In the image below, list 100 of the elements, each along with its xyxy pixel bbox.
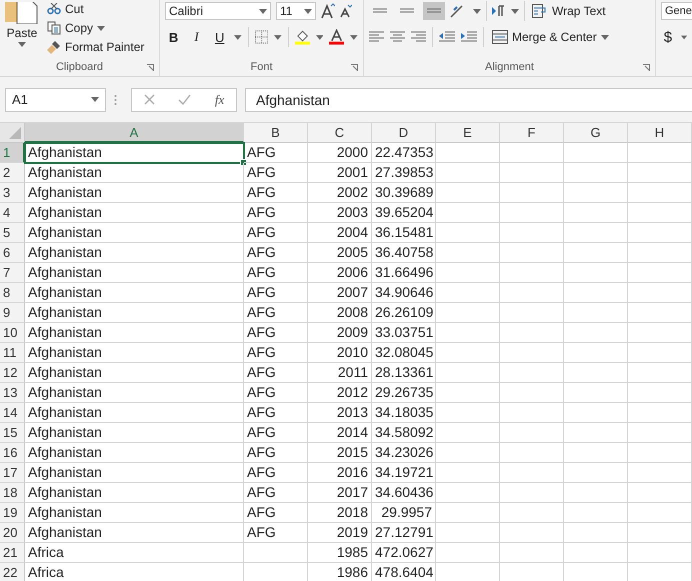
row-header[interactable]: 5 [0, 223, 25, 243]
table-cell[interactable]: Afghanistan [25, 263, 244, 283]
row-header[interactable]: 8 [0, 283, 25, 303]
table-cell[interactable] [564, 363, 628, 383]
table-cell[interactable]: Afghanistan [25, 463, 244, 483]
font-color-icon[interactable] [329, 29, 344, 45]
table-cell[interactable]: 1985 [308, 543, 372, 563]
table-cell[interactable] [628, 303, 692, 323]
formula-input[interactable]: Afghanistan [245, 88, 692, 112]
table-cell[interactable] [564, 223, 628, 243]
table-cell[interactable]: 34.23026 [372, 443, 436, 463]
table-cell[interactable] [628, 203, 692, 223]
table-cell[interactable]: AFG [244, 443, 308, 463]
table-cell[interactable] [628, 543, 692, 563]
table-cell[interactable] [436, 263, 500, 283]
row-header[interactable]: 9 [0, 303, 25, 323]
table-cell[interactable] [564, 243, 628, 263]
table-cell[interactable]: 2007 [308, 283, 372, 303]
table-cell[interactable] [500, 523, 564, 543]
row-header[interactable]: 18 [0, 483, 25, 503]
table-cell[interactable]: 2018 [308, 503, 372, 523]
table-cell[interactable]: Afghanistan [25, 203, 244, 223]
table-cell[interactable] [564, 303, 628, 323]
dialog-launcher-icon[interactable] [147, 64, 154, 71]
table-cell[interactable] [436, 183, 500, 203]
paragraph-icon[interactable] [492, 5, 506, 17]
paste-button[interactable]: Paste [5, 0, 39, 58]
table-cell[interactable]: 34.19721 [372, 463, 436, 483]
table-cell[interactable] [500, 463, 564, 483]
table-cell[interactable] [244, 543, 308, 563]
align-right-icon[interactable] [411, 31, 426, 43]
table-cell[interactable] [564, 443, 628, 463]
table-cell[interactable] [436, 543, 500, 563]
select-all-button[interactable] [0, 123, 25, 143]
table-cell[interactable] [436, 343, 500, 363]
table-cell[interactable]: 2016 [308, 463, 372, 483]
table-cell[interactable]: 2017 [308, 483, 372, 503]
table-cell[interactable] [564, 203, 628, 223]
table-cell[interactable]: AFG [244, 163, 308, 183]
table-cell[interactable]: 2004 [308, 223, 372, 243]
table-cell[interactable]: 34.90646 [372, 283, 436, 303]
drag-handle-icon[interactable] [114, 94, 117, 106]
table-cell[interactable]: AFG [244, 263, 308, 283]
table-cell[interactable] [436, 503, 500, 523]
copy-button[interactable]: Copy [45, 19, 146, 37]
column-header[interactable]: A [25, 123, 244, 143]
table-cell[interactable]: Afghanistan [25, 223, 244, 243]
italic-button[interactable]: I [188, 27, 206, 47]
table-cell[interactable]: 27.39853 [372, 163, 436, 183]
table-cell[interactable]: 2012 [308, 383, 372, 403]
column-header[interactable]: F [500, 123, 564, 143]
table-cell[interactable] [564, 463, 628, 483]
table-cell[interactable] [628, 163, 692, 183]
table-cell[interactable]: 29.26735 [372, 383, 436, 403]
table-cell[interactable]: AFG [244, 463, 308, 483]
table-cell[interactable] [500, 483, 564, 503]
table-cell[interactable]: 2008 [308, 303, 372, 323]
table-cell[interactable]: 2006 [308, 263, 372, 283]
table-cell[interactable]: Afghanistan [25, 483, 244, 503]
checkmark-icon[interactable] [178, 94, 192, 105]
table-cell[interactable] [500, 263, 564, 283]
table-cell[interactable] [628, 403, 692, 423]
table-cell[interactable] [564, 343, 628, 363]
table-cell[interactable]: 478.6404 [372, 563, 436, 581]
column-header[interactable]: D [372, 123, 436, 143]
row-header[interactable]: 22 [0, 563, 25, 581]
table-cell[interactable] [628, 463, 692, 483]
table-cell[interactable] [500, 323, 564, 343]
table-cell[interactable] [628, 183, 692, 203]
table-cell[interactable]: 30.39689 [372, 183, 436, 203]
table-cell[interactable] [436, 423, 500, 443]
table-cell[interactable]: Afghanistan [25, 283, 244, 303]
table-cell[interactable]: 29.9957 [372, 503, 436, 523]
table-cell[interactable]: AFG [244, 143, 308, 163]
table-cell[interactable]: 2005 [308, 243, 372, 263]
font-name-field[interactable]: Calibri [165, 2, 271, 20]
table-cell[interactable]: 34.60436 [372, 483, 436, 503]
align-left-icon[interactable] [369, 31, 384, 43]
table-cell[interactable]: AFG [244, 503, 308, 523]
table-cell[interactable] [436, 143, 500, 163]
table-cell[interactable] [436, 463, 500, 483]
table-cell[interactable] [564, 483, 628, 503]
table-cell[interactable]: Afghanistan [25, 403, 244, 423]
table-cell[interactable] [436, 303, 500, 323]
column-header[interactable]: G [564, 123, 628, 143]
cut-button[interactable]: Cut [45, 0, 146, 18]
row-header[interactable]: 20 [0, 523, 25, 543]
table-cell[interactable]: AFG [244, 343, 308, 363]
align-center-icon[interactable] [390, 31, 405, 43]
table-cell[interactable] [628, 343, 692, 363]
table-cell[interactable]: 26.26109 [372, 303, 436, 323]
font-size-field[interactable]: 11 [276, 2, 316, 20]
table-cell[interactable]: Africa [25, 563, 244, 581]
table-cell[interactable] [436, 203, 500, 223]
table-cell[interactable] [564, 423, 628, 443]
table-cell[interactable]: 32.08045 [372, 343, 436, 363]
row-header[interactable]: 10 [0, 323, 25, 343]
table-cell[interactable]: AFG [244, 363, 308, 383]
name-box[interactable]: A1 [5, 88, 106, 112]
table-cell[interactable] [564, 403, 628, 423]
